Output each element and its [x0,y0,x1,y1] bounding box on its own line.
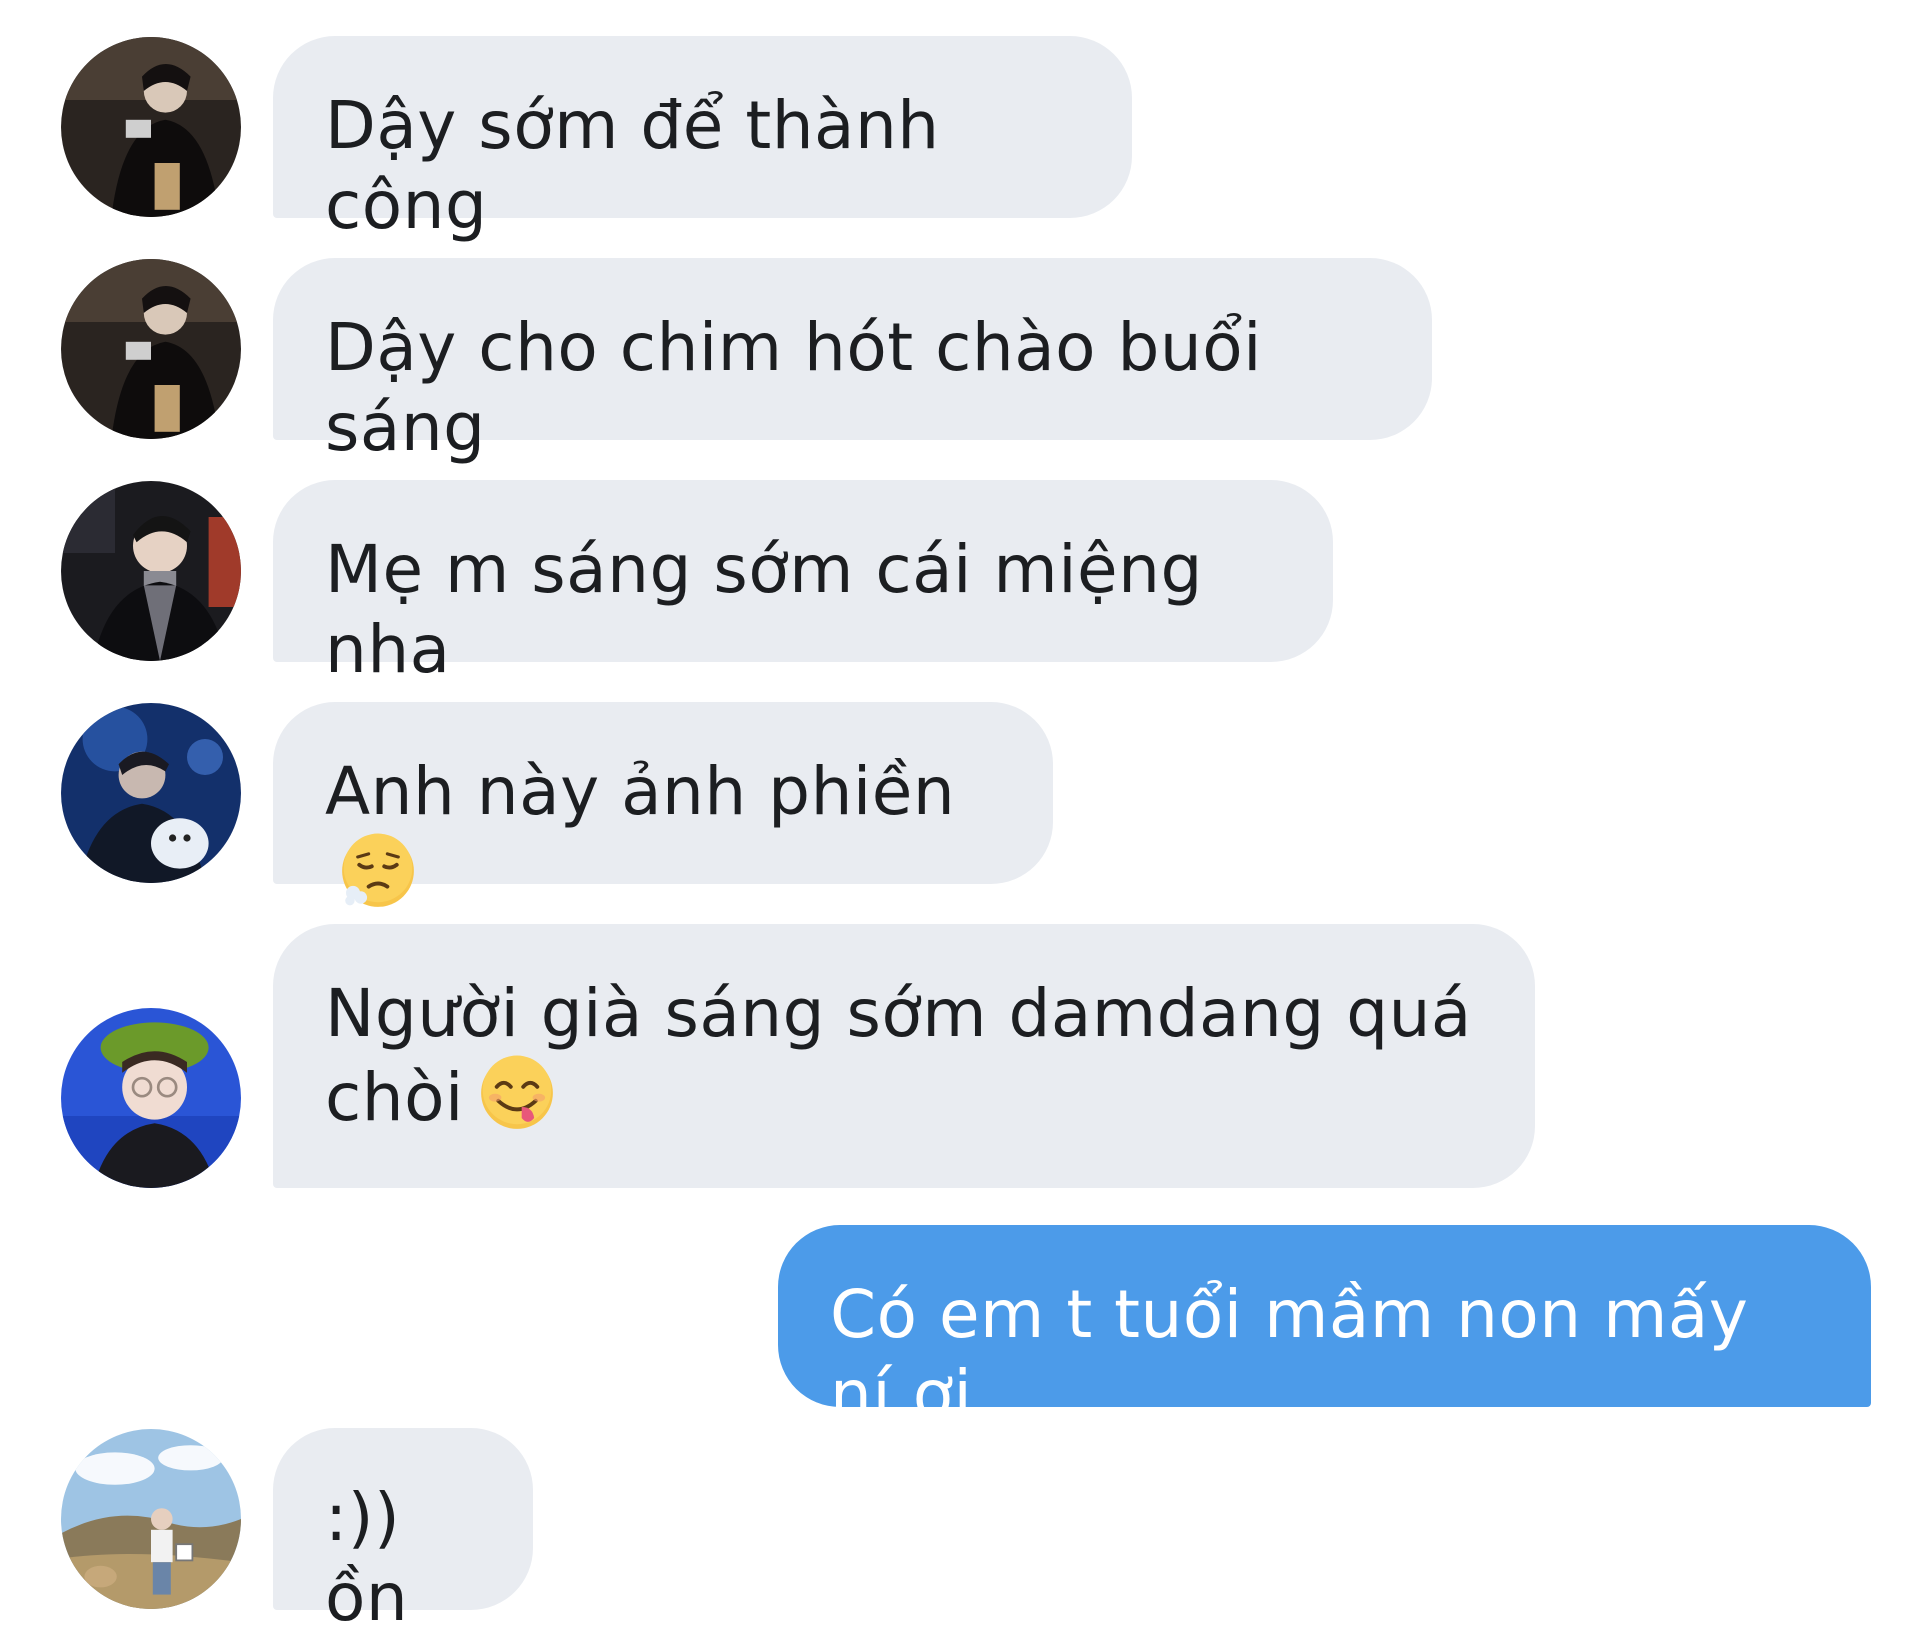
message-bubble[interactable]: Anh này ảnh phiền [273,702,1053,907]
tired-face-emoji-icon [339,832,417,910]
avatar-field-sky-icon[interactable] [61,1429,241,1609]
message-bubble[interactable]: Có em t tuổi mầm non mấy ní ơi [778,1225,1871,1433]
message-bubble[interactable]: Người già sáng sớm damdang quá chòi [273,924,1535,1188]
avatar-green-hat-icon[interactable] [61,1008,241,1188]
message-row: Người già sáng sớm damdang quá chòi [0,924,1920,1188]
avatar-dark-photo-icon[interactable] [61,259,241,439]
message-row: Có em t tuổi mầm non mấy ní ơi [0,1225,1920,1433]
message-text-line: Người già sáng sớm damdang quá [325,975,1472,1052]
message-bubble[interactable]: Dậy cho chim hót chào buổi sáng [273,258,1432,466]
message-text: Mẹ m sáng sớm cái miệng nha [325,531,1203,688]
message-bubble[interactable]: Dậy sớm để thành công [273,36,1132,244]
message-bubble[interactable]: Mẹ m sáng sớm cái miệng nha [273,480,1333,688]
avatar-dark-photo-icon[interactable] [61,37,241,217]
message-bubble[interactable]: :)) ồn [273,1428,533,1636]
message-text: Dậy cho chim hót chào buổi sáng [325,309,1262,466]
message-text: Có em t tuổi mầm non mấy ní ơi [830,1276,1749,1433]
message-row: Mẹ m sáng sớm cái miệng nha [0,480,1920,688]
message-row: Dậy sớm để thành công [0,36,1920,244]
message-text: :)) ồn [325,1479,409,1636]
message-text: Anh này ảnh phiền [325,753,956,830]
message-text-line: chòi [325,1054,1483,1138]
message-row: Dậy cho chim hót chào buổi sáng [0,258,1920,466]
yum-face-emoji-icon [478,1054,556,1132]
message-row: Anh này ảnh phiền [0,702,1920,907]
message-text: Dậy sớm để thành công [325,87,940,244]
message-row: :)) ồn [0,1428,1920,1636]
avatar-man-turtleneck-icon[interactable] [61,481,241,661]
message-text: chòi [325,1059,464,1136]
avatar-blue-concert-icon[interactable] [61,703,241,883]
